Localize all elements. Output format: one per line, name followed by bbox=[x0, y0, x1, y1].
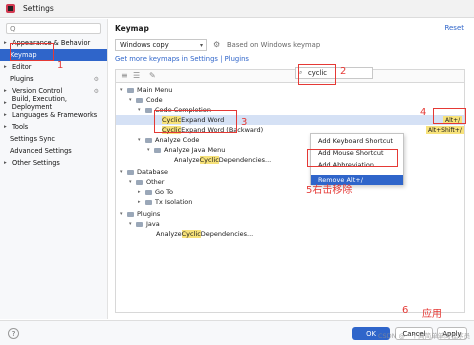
annotation-box-2 bbox=[298, 64, 336, 85]
folder-icon bbox=[127, 87, 134, 93]
shortcut-badge: Alt+Shift+/ bbox=[426, 126, 464, 134]
tree-node-plugins[interactable]: ▾ Plugins bbox=[120, 209, 160, 219]
chevron-right-icon: ▸ bbox=[4, 160, 7, 166]
tree-node-go-to[interactable]: ▸ Go To bbox=[138, 187, 173, 197]
help-button[interactable]: ? bbox=[8, 328, 19, 339]
window-title: Settings bbox=[23, 4, 54, 13]
annotation-box-5 bbox=[307, 149, 398, 167]
tree-node-java[interactable]: ▾ Java bbox=[129, 219, 160, 229]
folder-icon bbox=[145, 189, 152, 195]
annotation-box-4 bbox=[433, 108, 466, 124]
keymap-scheme-select[interactable]: Windows copy ▾ bbox=[115, 39, 207, 51]
keymap-panel: Keymap Reset Windows copy ▾ ⚙ Based on W… bbox=[109, 19, 474, 319]
sidebar-item-build[interactable]: ▸ Build, Execution, Deployment bbox=[0, 95, 107, 111]
watermark: CSDN @一个简简单单的程序员 bbox=[378, 332, 471, 340]
folder-icon bbox=[145, 137, 152, 143]
chevron-right-icon: ▸ bbox=[4, 100, 7, 106]
tree-toolbar: ≡ ☰ ✎ bbox=[115, 69, 465, 83]
menu-item-add-keyboard-shortcut[interactable]: Add Keyboard Shortcut bbox=[311, 136, 403, 146]
tree-node-analyze-code[interactable]: ▾ Analyze Code bbox=[138, 135, 199, 145]
tree-node-code[interactable]: ▾ Code bbox=[129, 95, 163, 105]
expand-all-icon[interactable]: ≡ bbox=[121, 71, 128, 80]
tree-node-other[interactable]: ▾ Other bbox=[129, 177, 164, 187]
title-bar: Settings bbox=[0, 0, 474, 18]
annotation-box-1 bbox=[10, 43, 54, 61]
folder-icon bbox=[127, 169, 134, 175]
annotation-label-apply: 应用 bbox=[422, 309, 442, 320]
sidebar-item-languages[interactable]: ▸ Languages & Frameworks bbox=[0, 109, 107, 121]
annotation-number-4: 4 bbox=[420, 107, 427, 118]
gear-icon: ⚙ bbox=[93, 75, 99, 83]
reset-link[interactable]: Reset bbox=[444, 24, 464, 32]
sidebar-item-settings-sync[interactable]: Settings Sync bbox=[0, 133, 107, 145]
folder-icon bbox=[136, 221, 143, 227]
chevron-right-icon: ▸ bbox=[4, 112, 7, 118]
tree-node-tx-isolation[interactable]: ▸ Tx Isolation bbox=[138, 197, 192, 207]
annotation-number-1: 1 bbox=[57, 60, 64, 71]
tree-node-database[interactable]: ▾ Database bbox=[120, 167, 168, 177]
folder-icon bbox=[145, 199, 152, 205]
collapse-all-icon[interactable]: ☰ bbox=[133, 71, 140, 80]
app-icon bbox=[6, 4, 15, 13]
sidebar-item-editor[interactable]: ▸ Editor bbox=[0, 61, 107, 73]
based-on-label: Based on Windows keymap bbox=[227, 41, 321, 49]
tree-node-analyze-java-menu[interactable]: ▾ Analyze Java Menu bbox=[147, 145, 225, 155]
annotation-box-3 bbox=[154, 110, 237, 133]
folder-icon bbox=[136, 179, 143, 185]
folder-icon bbox=[145, 107, 152, 113]
folder-icon bbox=[136, 97, 143, 103]
sidebar-item-advanced[interactable]: Advanced Settings bbox=[0, 145, 107, 157]
page-title: Keymap bbox=[115, 24, 149, 33]
annotation-number-6: 6 bbox=[402, 305, 409, 316]
search-icon: Q bbox=[10, 24, 16, 33]
sidebar-item-other[interactable]: ▸ Other Settings bbox=[0, 157, 107, 169]
folder-icon bbox=[127, 211, 134, 217]
gear-icon: ⚙ bbox=[93, 87, 99, 95]
settings-search-input[interactable]: Q bbox=[6, 23, 101, 34]
tree-node-main-menu[interactable]: ▾ Main Menu bbox=[120, 85, 172, 95]
annotation-number-3: 3 bbox=[241, 117, 248, 128]
tree-node-analyze-cyclic-deps-1[interactable]: Analyze Cyclic Dependencies... bbox=[174, 155, 271, 165]
folder-icon bbox=[154, 147, 161, 153]
chevron-right-icon: ▸ bbox=[4, 88, 7, 94]
sidebar-item-plugins[interactable]: Plugins ⚙ bbox=[0, 73, 107, 85]
gear-icon[interactable]: ⚙ bbox=[213, 40, 220, 49]
sidebar-item-tools[interactable]: ▸ Tools bbox=[0, 121, 107, 133]
chevron-right-icon: ▸ bbox=[4, 64, 7, 70]
settings-sidebar: Q ▸ Appearance & Behavior Keymap ▸ Editor … bbox=[0, 19, 108, 319]
chevron-down-icon: ▾ bbox=[199, 41, 203, 49]
edit-shortcut-icon[interactable]: ✎ bbox=[149, 71, 156, 80]
annotation-label-5: 5右击移除 bbox=[306, 185, 353, 196]
tree-node-analyze-cyclic-deps-2[interactable]: Analyze Cyclic Dependencies... bbox=[156, 229, 253, 239]
annotation-number-2: 2 bbox=[340, 66, 347, 77]
chevron-right-icon: ▸ bbox=[4, 124, 7, 130]
get-more-keymaps-link[interactable]: Get more keymaps in Settings | Plugins bbox=[115, 55, 249, 63]
